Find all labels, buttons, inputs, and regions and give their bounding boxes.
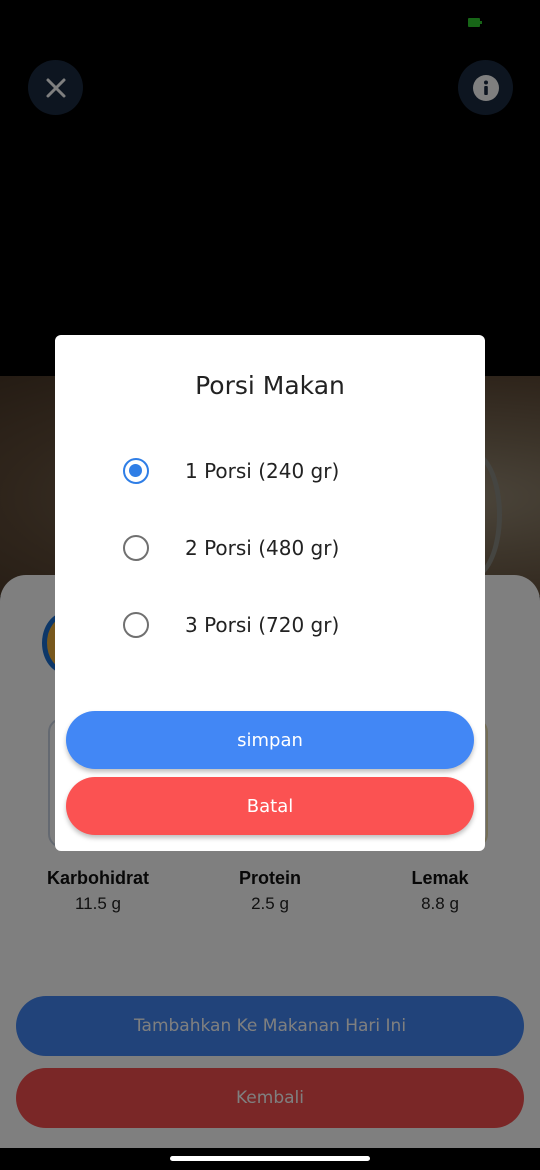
radio-unselected-icon[interactable]	[123, 535, 149, 561]
home-indicator[interactable]	[170, 1156, 370, 1161]
save-button[interactable]: simpan	[66, 711, 474, 769]
portion-option-label: 3 Porsi (720 gr)	[185, 613, 340, 637]
portion-option-1[interactable]: 1 Porsi (240 gr)	[123, 451, 423, 491]
portion-option-3[interactable]: 3 Porsi (720 gr)	[123, 605, 423, 645]
portion-option-label: 2 Porsi (480 gr)	[185, 536, 340, 560]
portion-option-2[interactable]: 2 Porsi (480 gr)	[123, 528, 423, 568]
dialog-title: Porsi Makan	[195, 371, 345, 400]
radio-unselected-icon[interactable]	[123, 612, 149, 638]
radio-selected-icon[interactable]	[123, 458, 149, 484]
portion-option-label: 1 Porsi (240 gr)	[185, 459, 340, 483]
portion-dialog: Porsi Makan 1 Porsi (240 gr) 2 Porsi (48…	[55, 335, 485, 851]
cancel-button[interactable]: Batal	[66, 777, 474, 835]
